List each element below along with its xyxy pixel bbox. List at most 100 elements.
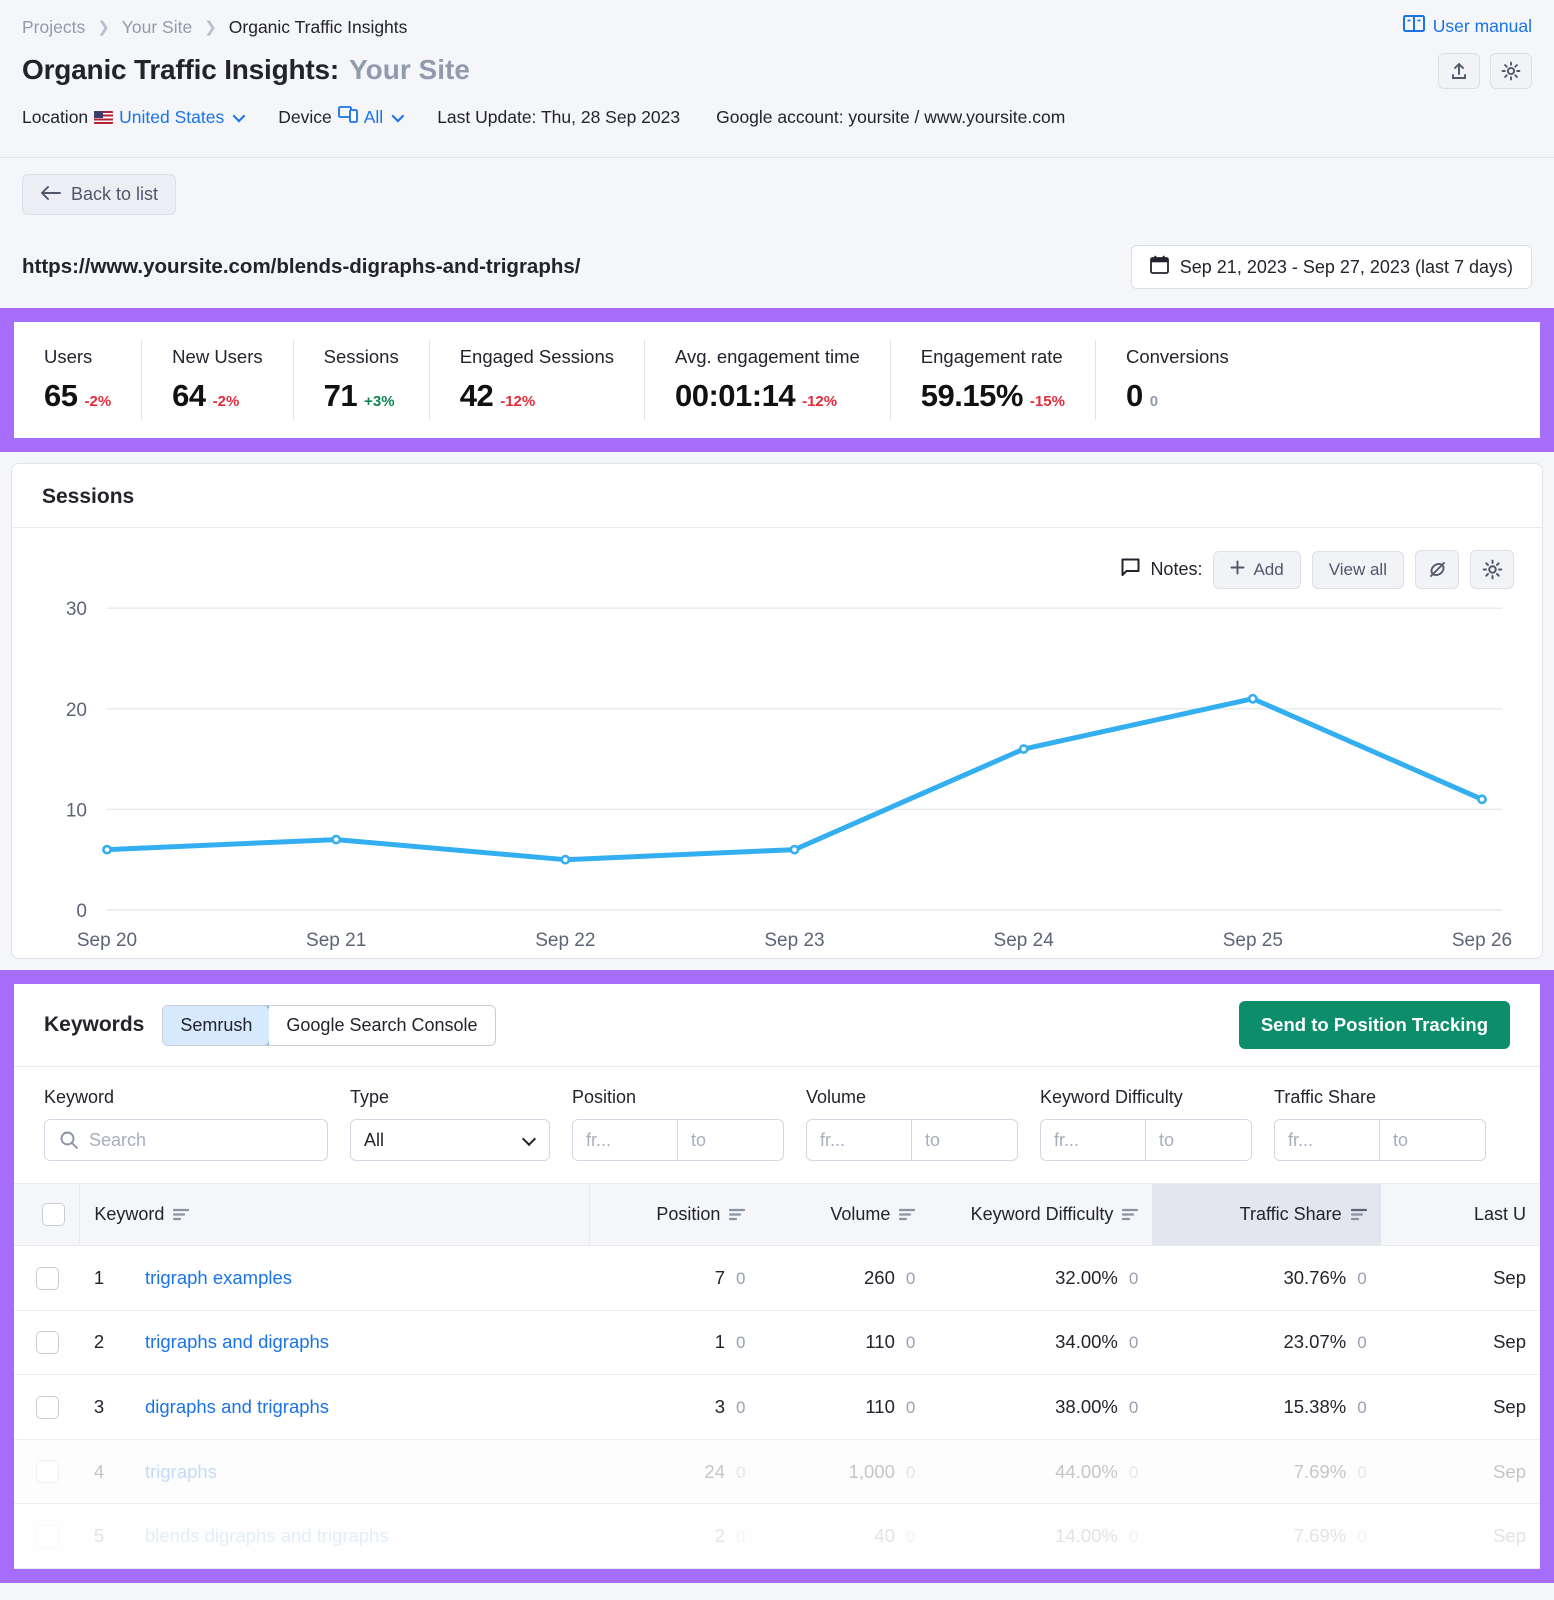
- volume-delta: 0: [905, 1268, 916, 1288]
- header-difficulty-label: Keyword Difficulty: [970, 1204, 1114, 1224]
- row-last-update-cell: Sep: [1380, 1503, 1540, 1570]
- metric-delta: +3%: [364, 393, 395, 410]
- metric-label: Sessions: [323, 346, 399, 367]
- volume-value: 110: [865, 1396, 895, 1418]
- location-value: United States: [119, 106, 225, 127]
- row-traffic-share-cell: 15.38% 0: [1152, 1374, 1381, 1440]
- page-title: Organic Traffic Insights:: [22, 54, 340, 85]
- filter-difficulty: Keyword Difficulty: [1040, 1087, 1252, 1161]
- device-selector[interactable]: Device All: [278, 106, 405, 128]
- metric-label: Engagement rate: [920, 346, 1063, 367]
- table-header-row: Keyword Position Volume Keyword Difficul…: [14, 1183, 1540, 1246]
- metric-delta: -2%: [84, 393, 112, 410]
- row-number: 2: [93, 1331, 105, 1353]
- filter-position-label: Position: [572, 1087, 637, 1107]
- row-checkbox[interactable]: [36, 1460, 59, 1484]
- position-value: 1: [714, 1331, 725, 1353]
- tab-google-search-console[interactable]: Google Search Console: [269, 1005, 495, 1045]
- page-title-row: Organic Traffic Insights: Your Site: [22, 54, 1532, 90]
- row-traffic-share-cell: 7.69% 0: [1152, 1439, 1381, 1505]
- header-volume[interactable]: Volume: [759, 1183, 930, 1246]
- row-keyword-cell: 2 trigraphs and digraphs: [79, 1310, 590, 1376]
- traffic-share-delta: 0: [1357, 1333, 1367, 1353]
- svg-text:Sep 20: Sep 20: [77, 930, 137, 951]
- search-input[interactable]: [44, 1119, 328, 1161]
- type-select[interactable]: All: [350, 1119, 550, 1161]
- table-row[interactable]: 4 trigraphs 24 0 1,000 0 44.00% 0 7.69% 0 Se…: [14, 1439, 1540, 1505]
- settings-button[interactable]: [1490, 53, 1532, 89]
- back-to-list-button[interactable]: Back to list: [22, 174, 177, 215]
- keyword-link[interactable]: blends digraphs and trigraphs: [145, 1525, 389, 1546]
- position-from-input[interactable]: [572, 1119, 678, 1161]
- location-selector[interactable]: Location United States: [22, 106, 246, 128]
- keyword-link[interactable]: digraphs and trigraphs: [145, 1396, 329, 1417]
- traffic-share-from-input[interactable]: [1274, 1119, 1380, 1161]
- volume-to-input[interactable]: [912, 1119, 1018, 1161]
- breadcrumb-item-current: Organic Traffic Insights: [228, 16, 408, 37]
- difficulty-to-input[interactable]: [1146, 1119, 1252, 1161]
- svg-text:Sep 22: Sep 22: [535, 930, 595, 951]
- row-checkbox[interactable]: [36, 1525, 59, 1549]
- header-position[interactable]: Position: [589, 1183, 760, 1246]
- header-keyword[interactable]: Keyword: [79, 1183, 591, 1246]
- table-row[interactable]: 3 digraphs and trigraphs 30 110 0 38.00% 0…: [14, 1374, 1540, 1440]
- metric-delta: 0: [1149, 393, 1159, 410]
- difficulty-delta: 0: [1128, 1398, 1139, 1418]
- filter-traffic-share-label: Traffic Share: [1274, 1087, 1377, 1107]
- row-checkbox-cell: [14, 1374, 80, 1440]
- filter-traffic-share: Traffic Share: [1274, 1087, 1486, 1161]
- position-delta: 0: [735, 1333, 746, 1353]
- row-difficulty-cell: 32.00% 0: [929, 1245, 1153, 1311]
- row-checkbox-cell: [14, 1310, 80, 1376]
- send-to-position-tracking-button[interactable]: Send to Position Tracking: [1238, 1001, 1510, 1049]
- volume-delta: 0: [905, 1527, 916, 1547]
- svg-text:10: 10: [66, 800, 87, 821]
- last-update-text: Last Update: Thu, 28 Sep 2023: [437, 106, 681, 127]
- tab-semrush[interactable]: Semrush: [163, 1005, 271, 1045]
- position-to-input[interactable]: [678, 1119, 784, 1161]
- volume-value: 40: [874, 1525, 895, 1547]
- row-traffic-share-cell: 7.69% 0: [1152, 1503, 1381, 1570]
- traffic-share-value: 23.07%: [1283, 1331, 1347, 1353]
- table-row[interactable]: 2 trigraphs and digraphs 10 110 0 34.00% 0…: [14, 1310, 1540, 1376]
- breadcrumb-item-projects[interactable]: Projects: [22, 17, 85, 38]
- difficulty-from-input[interactable]: [1040, 1119, 1146, 1161]
- volume-delta: 0: [905, 1333, 916, 1353]
- row-number: 4: [93, 1460, 105, 1482]
- metric-label: Engaged Sessions: [459, 346, 614, 367]
- row-position-cell: 20: [589, 1503, 760, 1570]
- chevron-down-icon: [391, 109, 405, 122]
- user-manual-link[interactable]: User manual: [1402, 14, 1532, 38]
- volume-from-input[interactable]: [806, 1119, 912, 1161]
- row-checkbox[interactable]: [36, 1331, 59, 1355]
- keywords-table: Keyword Position Volume Keyword Difficul…: [14, 1183, 1540, 1570]
- header-buttons: [1438, 53, 1532, 89]
- keyword-link[interactable]: trigraphs and digraphs: [145, 1331, 329, 1352]
- device-icon: [337, 106, 358, 128]
- metric-value: 65: [44, 378, 78, 413]
- breadcrumb-item-your-site[interactable]: Your Site: [122, 17, 192, 38]
- filter-type: Type All: [350, 1087, 550, 1161]
- date-range-picker[interactable]: Sep 21, 2023 - Sep 27, 2023 (last 7 days…: [1130, 245, 1532, 289]
- sessions-chart: Notes: Add View all 0 10 20 30 Sep 20 Se…: [12, 528, 1542, 958]
- volume-value: 110: [865, 1331, 895, 1353]
- header-keyword-difficulty[interactable]: Keyword Difficulty: [929, 1183, 1153, 1246]
- keyword-link[interactable]: trigraphs: [145, 1461, 217, 1482]
- metric-label: Users: [44, 346, 93, 367]
- gear-icon: [1501, 61, 1521, 81]
- filter-keyword-label: Keyword: [44, 1087, 115, 1107]
- export-button[interactable]: [1438, 53, 1480, 89]
- row-checkbox[interactable]: [36, 1395, 59, 1419]
- table-row[interactable]: 1 trigraph examples 70 260 0 32.00% 0 30.7…: [14, 1245, 1540, 1311]
- select-all-checkbox[interactable]: [42, 1203, 66, 1226]
- header-last-update[interactable]: Last U: [1380, 1183, 1540, 1246]
- metric-value: 64: [172, 378, 206, 413]
- difficulty-value: 32.00%: [1055, 1266, 1118, 1288]
- row-checkbox[interactable]: [36, 1266, 59, 1290]
- table-row[interactable]: 5 blends digraphs and trigraphs 20 40 0 1…: [14, 1503, 1540, 1570]
- device-value: All: [363, 106, 384, 127]
- traffic-share-to-input[interactable]: [1380, 1119, 1486, 1161]
- keyword-link[interactable]: trigraph examples: [145, 1267, 292, 1288]
- header-traffic-share[interactable]: Traffic Share: [1152, 1183, 1381, 1246]
- header-last-update-label: Last U: [1473, 1204, 1526, 1224]
